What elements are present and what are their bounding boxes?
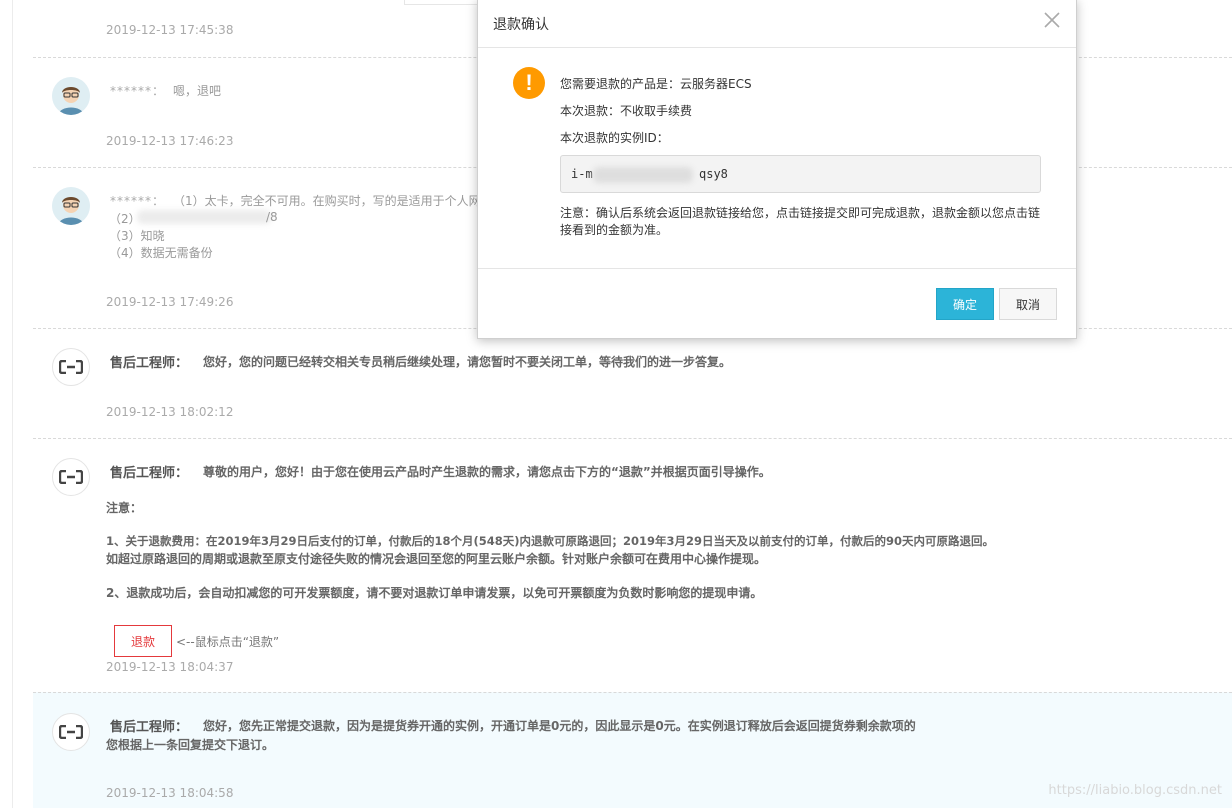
- engineer-avatar: [52, 458, 90, 496]
- sender-name: 售后工程师：: [110, 356, 189, 371]
- message-item: 售后工程师： 您好，您的问题已经转交相关专员稍后继续处理，请您暂时不要关闭工单，…: [33, 328, 1232, 438]
- aliyun-logo-icon: [59, 360, 83, 374]
- instance-id-label: 本次退款的实例ID：: [560, 131, 669, 145]
- message-line-2-suffix: /8: [266, 210, 278, 224]
- dialog-header: 退款确认: [478, 0, 1076, 48]
- user-avatar: [52, 77, 90, 115]
- user-avatar: [52, 187, 90, 225]
- sender-name: 售后工程师：: [110, 720, 189, 735]
- message-line-1: （1）太卡，完全不可用。在购买时，写的是适用于个人网: [173, 194, 481, 208]
- dialog-title: 退款确认: [493, 17, 549, 33]
- message-text: 尊敬的用户，您好！由于您在使用云产品时产生退款的需求，请您点击下方的“退款”并根…: [203, 465, 771, 479]
- message-text: 嗯，退吧: [173, 84, 222, 98]
- message-timestamp: 2019-12-13 17:49:26: [106, 295, 234, 309]
- message-text: 您好，您先正常提交退款，因为是提货券开通的实例，开通订单是0元的，因此显示是0元…: [203, 719, 916, 733]
- message-text: 您好，您的问题已经转交相关专员稍后继续处理，请您暂时不要关闭工单，等待我们的进一…: [203, 355, 732, 369]
- refund-hint: <--鼠标点击“退款”: [176, 635, 280, 649]
- dialog-note: 注意：确认后系统会返回退款链接给您，点击链接提交即可完成退款，退款金额以您点击链…: [560, 206, 1041, 237]
- engineer-avatar: [52, 348, 90, 386]
- redacted-instance-id: [593, 167, 693, 183]
- sender-name: ******：: [110, 194, 166, 208]
- aliyun-logo-icon: [59, 470, 83, 484]
- confirm-button[interactable]: 确定: [936, 288, 994, 320]
- instance-id-field: i-m qsy8: [560, 155, 1041, 193]
- message-timestamp: 2019-12-13 17:46:23: [106, 134, 234, 148]
- aliyun-logo-icon: [59, 725, 83, 739]
- page-left-border: [12, 0, 13, 808]
- instance-id-suffix: qsy8: [699, 167, 728, 181]
- instance-id-prefix: i-m: [571, 167, 593, 181]
- sender-name: ******：: [110, 84, 166, 98]
- note-paragraph-2: 2、退款成功后，会自动扣减您的可开发票额度，请不要对退款订单申请发票，以免可开票…: [106, 586, 763, 600]
- message-text-2: 您根据上一条回复提交下退订。: [106, 738, 275, 752]
- message-timestamp: 2019-12-13 18:04:58: [106, 786, 234, 800]
- dialog-divider: [478, 268, 1076, 269]
- close-icon[interactable]: [1043, 11, 1061, 29]
- message-timestamp: 2019-12-13 18:02:12: [106, 405, 234, 419]
- cancel-button[interactable]: 取消: [999, 288, 1057, 320]
- redacted-text: [137, 210, 271, 224]
- message-timestamp: 2019-12-13 18:04:37: [106, 660, 234, 674]
- note-paragraph-1: 1、关于退款费用：在2019年3月29日后支付的订单，付款后的18个月(548天…: [106, 534, 995, 548]
- refund-button[interactable]: 退款: [114, 625, 172, 657]
- note-paragraph-1b: 如超过原路退回的周期或退款至原支付途径失败的情况会退回至您的阿里云账户余额。针对…: [106, 552, 767, 566]
- message-line-3: （3）知晓: [109, 229, 165, 243]
- message-line-4: （4）数据无需备份: [109, 246, 213, 260]
- sender-name: 售后工程师：: [110, 466, 189, 481]
- watermark: https://liabio.blog.csdn.net: [1048, 783, 1222, 798]
- message-timestamp: 2019-12-13 17:45:38: [106, 23, 234, 37]
- message-line-2-prefix: （2）: [109, 212, 141, 226]
- refund-confirm-dialog: 退款确认 ! 您需要退款的产品是：云服务器ECS 本次退款：不收取手续费 本次退…: [477, 0, 1077, 339]
- note-label: 注意：: [106, 501, 143, 515]
- fee-line: 本次退款：不收取手续费: [560, 104, 693, 118]
- warning-icon: !: [513, 67, 545, 99]
- message-item: 售后工程师： 尊敬的用户，您好！由于您在使用云产品时产生退款的需求，请您点击下方…: [33, 438, 1232, 692]
- engineer-avatar: [52, 713, 90, 751]
- product-line: 您需要退款的产品是：云服务器ECS: [560, 77, 752, 91]
